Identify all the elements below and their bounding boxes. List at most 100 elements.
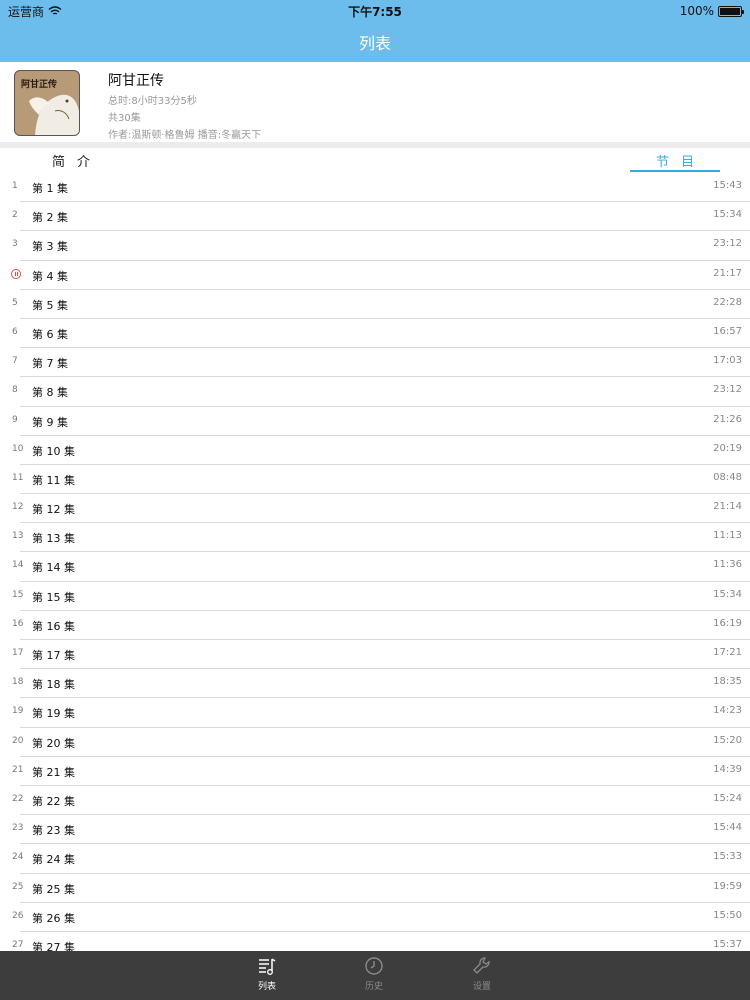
episode-duration: 15:37 bbox=[713, 938, 742, 950]
episode-row[interactable]: 20 第 20 集 15:20 bbox=[0, 728, 750, 757]
tab-intro[interactable]: 简介 bbox=[52, 151, 102, 170]
episode-row[interactable]: 6 第 6 集 16:57 bbox=[0, 319, 750, 349]
episode-index: 17 bbox=[12, 648, 24, 658]
episode-row[interactable]: 9 第 9 集 21:26 bbox=[0, 407, 750, 436]
episode-name: 第 16 集 bbox=[32, 619, 75, 633]
episode-name: 第 18 集 bbox=[32, 678, 75, 692]
episode-row[interactable]: 24 第 24 集 15:33 bbox=[0, 844, 750, 874]
pause-icon[interactable] bbox=[11, 268, 21, 279]
episode-name: 第 3 集 bbox=[32, 240, 68, 254]
episode-row[interactable]: 17 第 17 集 17:21 bbox=[0, 640, 750, 670]
episode-duration: 15:50 bbox=[713, 909, 742, 921]
episode-index: 25 bbox=[12, 881, 24, 892]
episode-name: 第 7 集 bbox=[32, 357, 68, 371]
episode-name: 第 21 集 bbox=[32, 765, 75, 779]
episode-name: 第 1 集 bbox=[32, 182, 68, 195]
episode-index: 20 bbox=[12, 735, 24, 746]
episode-row[interactable]: 22 第 22 集 15:24 bbox=[0, 786, 750, 816]
episode-duration: 16:19 bbox=[713, 617, 742, 629]
episode-duration: 15:20 bbox=[713, 734, 742, 746]
episode-row[interactable]: 16 第 16 集 16:19 bbox=[0, 611, 750, 640]
episode-row[interactable]: 第 4 集 21:17 bbox=[0, 261, 750, 290]
episode-duration: 08:48 bbox=[713, 471, 742, 483]
episode-duration: 15:43 bbox=[713, 180, 742, 191]
book-credits: 作者:温斯顿·格鲁姆 播音:冬赢天下 bbox=[108, 130, 262, 141]
episode-name: 第 2 集 bbox=[32, 211, 68, 225]
episode-row[interactable]: 7 第 7 集 17:03 bbox=[0, 348, 750, 378]
episode-name: 第 23 集 bbox=[32, 824, 75, 838]
tab-program-underline bbox=[630, 170, 720, 172]
episode-name: 第 25 集 bbox=[32, 882, 75, 896]
episode-row[interactable]: 27 第 27 集 15:37 bbox=[0, 932, 750, 951]
episode-index: 6 bbox=[12, 326, 18, 337]
episode-index: 16 bbox=[12, 618, 24, 629]
episode-duration: 15:34 bbox=[713, 588, 742, 600]
episode-duration: 15:34 bbox=[713, 209, 742, 221]
episode-list[interactable]: 1 第 1 集 15:43 2 第 2 集 15:34 3 第 3 集 23:12 第 4 集 21… bbox=[0, 173, 750, 951]
episode-row[interactable]: 8 第 8 集 23:12 bbox=[0, 377, 750, 407]
episode-duration: 14:23 bbox=[713, 705, 742, 717]
tabbar-label-history: 历史 bbox=[364, 982, 383, 992]
episode-index: 19 bbox=[12, 706, 24, 717]
episode-index: 7 bbox=[12, 356, 18, 367]
tabbar-label-list: 列表 bbox=[257, 982, 276, 992]
episode-index: 22 bbox=[12, 793, 24, 804]
episode-row[interactable]: 13 第 13 集 11:13 bbox=[0, 523, 750, 553]
episode-name: 第 24 集 bbox=[32, 853, 75, 867]
tabbar-label-settings: 设置 bbox=[472, 982, 491, 992]
episode-row[interactable]: 1 第 1 集 15:43 bbox=[0, 173, 750, 203]
episode-name: 第 17 集 bbox=[32, 649, 75, 662]
tabbar-item-settings[interactable]: 设置 bbox=[452, 955, 512, 992]
episode-name: 第 14 集 bbox=[32, 561, 75, 575]
episode-index: 11 bbox=[12, 472, 24, 483]
episode-index: 5 bbox=[12, 297, 18, 308]
music-list-icon bbox=[259, 958, 276, 975]
clock-icon bbox=[365, 957, 383, 975]
tab-program[interactable]: 节目 bbox=[630, 151, 720, 170]
episode-duration: 21:26 bbox=[713, 413, 742, 425]
episode-duration: 18:35 bbox=[713, 676, 742, 688]
episode-row[interactable]: 5 第 5 集 22:28 bbox=[0, 290, 750, 319]
episode-row[interactable]: 10 第 10 集 20:19 bbox=[0, 436, 750, 465]
episode-index: 13 bbox=[12, 531, 24, 542]
episode-index: 9 bbox=[12, 414, 18, 425]
segment-tabs: 简介 节目 bbox=[0, 148, 750, 174]
episode-row[interactable]: 21 第 21 集 14:39 bbox=[0, 757, 750, 786]
episode-row[interactable]: 12 第 12 集 21:14 bbox=[0, 494, 750, 524]
nav-bar: 列表 bbox=[0, 22, 750, 62]
episode-row[interactable]: 14 第 14 集 11:36 bbox=[0, 552, 750, 582]
episode-duration: 15:24 bbox=[713, 792, 742, 804]
episode-duration: 17:03 bbox=[713, 355, 742, 367]
episode-row[interactable]: 3 第 3 集 23:12 bbox=[0, 231, 750, 261]
episode-name: 第 13 集 bbox=[32, 532, 75, 546]
episode-duration: 21:14 bbox=[713, 501, 742, 513]
episode-row[interactable]: 2 第 2 集 15:34 bbox=[0, 202, 750, 232]
episode-name: 第 6 集 bbox=[32, 327, 68, 341]
tabbar-item-history[interactable]: 历史 bbox=[344, 955, 404, 992]
episode-duration: 15:44 bbox=[713, 822, 742, 834]
episode-index: 10 bbox=[12, 443, 24, 454]
episode-row[interactable]: 19 第 19 集 14:23 bbox=[0, 698, 750, 728]
episode-row[interactable]: 26 第 26 集 15:50 bbox=[0, 903, 750, 932]
episode-row[interactable]: 18 第 18 集 18:35 bbox=[0, 669, 750, 699]
book-title: 阿甘正传 bbox=[108, 73, 164, 89]
status-bar: 运营商 下午7:55 100% bbox=[0, 0, 750, 22]
episode-index: 8 bbox=[12, 385, 18, 396]
episode-row[interactable]: 25 第 25 集 19:59 bbox=[0, 874, 750, 903]
episode-name: 第 27 集 bbox=[32, 940, 75, 951]
episode-index: 27 bbox=[12, 939, 24, 950]
episode-index: 1 bbox=[12, 181, 18, 191]
episode-name: 第 12 集 bbox=[32, 503, 75, 517]
status-time: 下午7:55 bbox=[348, 4, 402, 19]
book-total-duration: 总时:8小时33分5秒 bbox=[108, 96, 197, 107]
book-header: 阿甘正传 阿甘正传 总时:8小时33分5秒 共30集 作者:温斯顿·格鲁姆 播音… bbox=[0, 62, 750, 142]
episode-row[interactable]: 15 第 15 集 15:34 bbox=[0, 582, 750, 611]
episode-row[interactable]: 23 第 23 集 15:44 bbox=[0, 815, 750, 845]
episode-duration: 17:21 bbox=[713, 647, 742, 658]
episode-duration: 23:12 bbox=[713, 384, 742, 396]
episode-duration: 19:59 bbox=[713, 880, 742, 892]
wrench-icon bbox=[473, 957, 490, 974]
episode-row[interactable]: 11 第 11 集 08:48 bbox=[0, 465, 750, 495]
book-cover[interactable]: 阿甘正传 bbox=[14, 70, 80, 136]
tabbar-item-list[interactable]: 列表 bbox=[237, 955, 297, 992]
